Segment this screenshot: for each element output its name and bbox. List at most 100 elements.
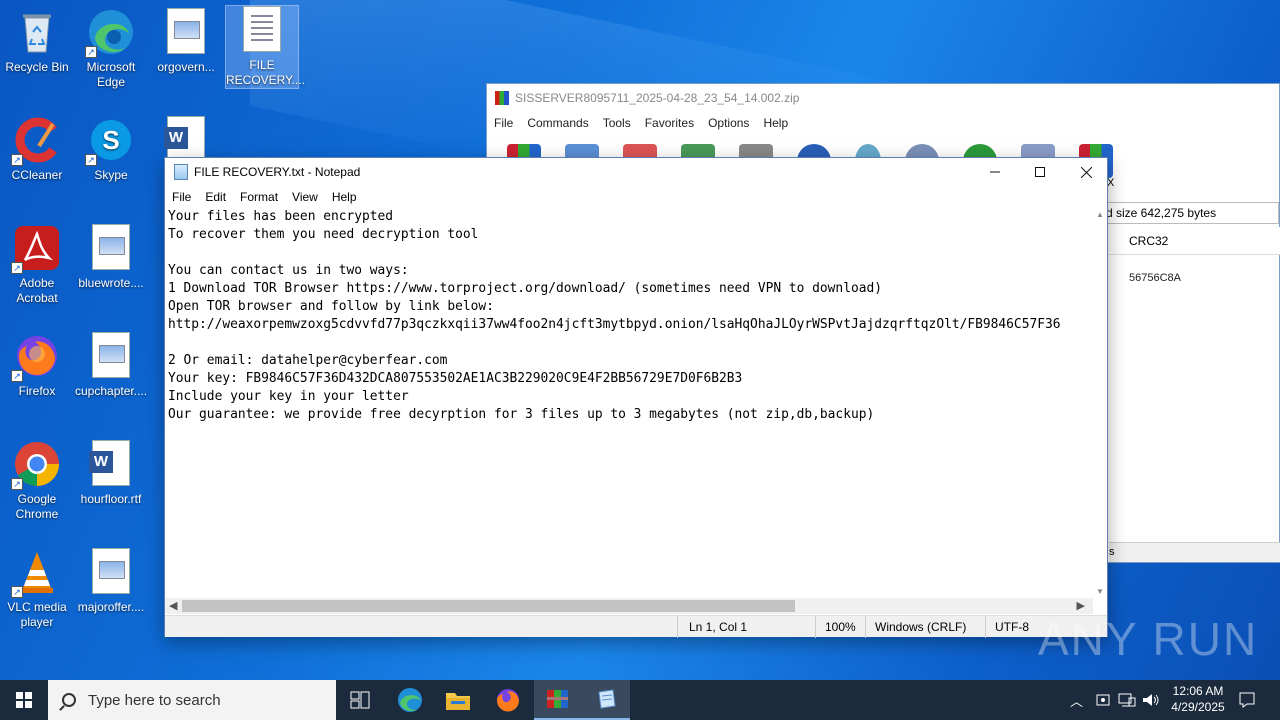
desktop-icon-hourfloor[interactable]: W hourfloor.rtf (75, 440, 147, 507)
notepad-menu-file[interactable]: File (172, 190, 191, 204)
taskbar-edge[interactable] (386, 680, 434, 720)
maximize-icon (1035, 167, 1045, 177)
chevron-up-icon: ︿ (1070, 693, 1084, 709)
shortcut-arrow-icon: ↗ (11, 370, 23, 382)
notepad-status-bar: Ln 1, Col 1 100% Windows (CRLF) UTF-8 (165, 615, 1107, 638)
desktop-icon-recycle-bin[interactable]: Recycle Bin (1, 8, 73, 75)
desktop-icon-label: CCleaner (11, 168, 63, 182)
desktop-icon-vlc[interactable]: ↗ VLC media player (1, 548, 73, 630)
desktop-icon-label: bluewrote.... (78, 276, 144, 290)
winrar-menu-options[interactable]: Options (708, 116, 749, 130)
notification-icon (1239, 692, 1255, 708)
zoom-level: 100% (825, 620, 856, 634)
winrar-column-crc32[interactable]: CRC32 (1109, 227, 1280, 255)
close-icon (1080, 166, 1092, 178)
desktop-icon-majoroffer[interactable]: majoroffer.... (75, 548, 147, 615)
tray-volume[interactable] (1142, 680, 1160, 720)
image-file-icon (87, 548, 135, 596)
desktop-icon-file-recovery[interactable]: FILE RECOVERY.... (225, 5, 305, 89)
shortcut-arrow-icon: ↗ (11, 586, 23, 598)
minimize-button[interactable] (972, 158, 1018, 186)
desktop-icon-label: Google Chrome (15, 492, 59, 521)
tray-network-security[interactable] (1095, 680, 1111, 720)
horizontal-scroll-thumb[interactable] (182, 600, 795, 612)
show-hidden-icons-button[interactable]: ︿ (1070, 680, 1083, 720)
recycle-bin-icon (13, 8, 61, 56)
start-button[interactable] (0, 680, 48, 720)
taskbar-winrar[interactable] (534, 680, 582, 720)
desktop-icon-label: hourfloor.rtf (80, 492, 142, 506)
close-button[interactable] (1063, 158, 1109, 186)
winrar-crc-value: 56756C8A (1129, 272, 1181, 284)
desktop-icon-label: Firefox (18, 384, 56, 398)
desktop-icon-orgovern[interactable]: orgovern... (150, 8, 222, 75)
desktop-icon-label: majoroffer.... (77, 600, 145, 614)
notepad-window[interactable]: FILE RECOVERY.txt - Notepad File Edit Fo… (164, 157, 1108, 638)
taskbar-firefox[interactable] (484, 680, 532, 720)
desktop-icon-label: orgovern... (157, 60, 215, 74)
notification-center-button[interactable] (1238, 680, 1256, 720)
winrar-status-bar: s (1109, 542, 1280, 562)
anyrun-watermark: ANY RUN (1038, 613, 1259, 665)
maximize-button[interactable] (1017, 158, 1063, 186)
scroll-left-arrow-icon[interactable]: ◀ (169, 599, 177, 612)
notepad-text-area[interactable]: Your files has been encrypted To recover… (165, 208, 1093, 598)
scroll-right-arrow-icon[interactable]: ▶ (1077, 599, 1085, 612)
task-view-icon (350, 691, 370, 709)
word-document-icon: W (87, 440, 135, 488)
winrar-title-bar[interactable]: SISSERVER8095711_2025-04-28_23_54_14.002… (487, 84, 1279, 112)
winrar-title: SISSERVER8095711_2025-04-28_23_54_14.002… (515, 91, 800, 105)
scroll-up-arrow-icon[interactable]: ▲ (1096, 210, 1104, 219)
winrar-icon (547, 690, 568, 708)
vlc-icon: ↗ (11, 548, 61, 598)
folder-icon (446, 693, 470, 710)
security-icon (1096, 694, 1110, 706)
winrar-menu-favorites[interactable]: Favorites (645, 116, 694, 130)
winrar-menu-help[interactable]: Help (763, 116, 788, 130)
desktop-icon-label: Adobe Acrobat (16, 276, 58, 305)
winrar-menu-bar: File Commands Tools Favorites Options He… (487, 112, 1279, 134)
image-file-icon (162, 8, 210, 56)
desktop-icon-google-chrome[interactable]: ↗ Google Chrome (1, 440, 73, 522)
taskbar-search-box[interactable]: Type here to search (48, 680, 336, 720)
desktop-icon-bluewrote[interactable]: bluewrote.... (75, 224, 147, 291)
edge-icon (398, 688, 422, 712)
winrar-menu-commands[interactable]: Commands (527, 116, 588, 130)
taskbar: Type here to search ︿ 12:06 AM 4/29/2025 (0, 680, 1280, 720)
winrar-menu-tools[interactable]: Tools (603, 116, 631, 130)
notepad-menu-help[interactable]: Help (332, 190, 357, 204)
notepad-app-icon (174, 164, 188, 180)
notepad-menu-edit[interactable]: Edit (205, 190, 226, 204)
taskbar-notepad[interactable] (582, 680, 630, 720)
line-ending: Windows (CRLF) (875, 620, 967, 634)
search-placeholder: Type here to search (88, 691, 221, 709)
taskbar-file-explorer[interactable] (434, 680, 482, 720)
desktop-icon-firefox[interactable]: ↗ Firefox (1, 332, 73, 399)
vertical-scrollbar[interactable]: ▲ ▼ (1093, 208, 1107, 598)
winrar-archive-info: d size 642,275 bytes (1099, 202, 1279, 224)
scroll-down-arrow-icon[interactable]: ▼ (1096, 587, 1104, 596)
desktop-icon-edge[interactable]: ↗ Microsoft Edge (75, 8, 147, 90)
desktop-icon-adobe-acrobat[interactable]: ↗ Adobe Acrobat (1, 224, 73, 306)
shortcut-arrow-icon: ↗ (11, 478, 23, 490)
text-file-icon (238, 6, 286, 54)
clock-time: 12:06 AM (1172, 684, 1224, 698)
winrar-menu-file[interactable]: File (494, 116, 513, 130)
tray-network[interactable] (1118, 680, 1136, 720)
chrome-icon: ↗ (11, 440, 61, 490)
horizontal-scrollbar[interactable]: ◀ ▶ (165, 598, 1093, 614)
notepad-title-bar[interactable]: FILE RECOVERY.txt - Notepad (165, 158, 1107, 186)
skype-icon: S ↗ (85, 116, 135, 166)
encoding: UTF-8 (995, 620, 1029, 634)
notepad-menu-view[interactable]: View (292, 190, 318, 204)
desktop-icon-cupchapter[interactable]: cupchapter.... (75, 332, 147, 399)
notepad-menu-format[interactable]: Format (240, 190, 278, 204)
svg-text:S: S (102, 125, 119, 155)
desktop-icon-skype[interactable]: S ↗ Skype (75, 116, 147, 183)
image-file-icon (87, 224, 135, 272)
shortcut-arrow-icon: ↗ (85, 46, 97, 58)
taskbar-clock[interactable]: 12:06 AM 4/29/2025 (1160, 683, 1236, 715)
ccleaner-icon: ↗ (11, 116, 61, 166)
desktop-icon-ccleaner[interactable]: ↗ CCleaner (1, 116, 73, 183)
task-view-button[interactable] (336, 680, 384, 720)
